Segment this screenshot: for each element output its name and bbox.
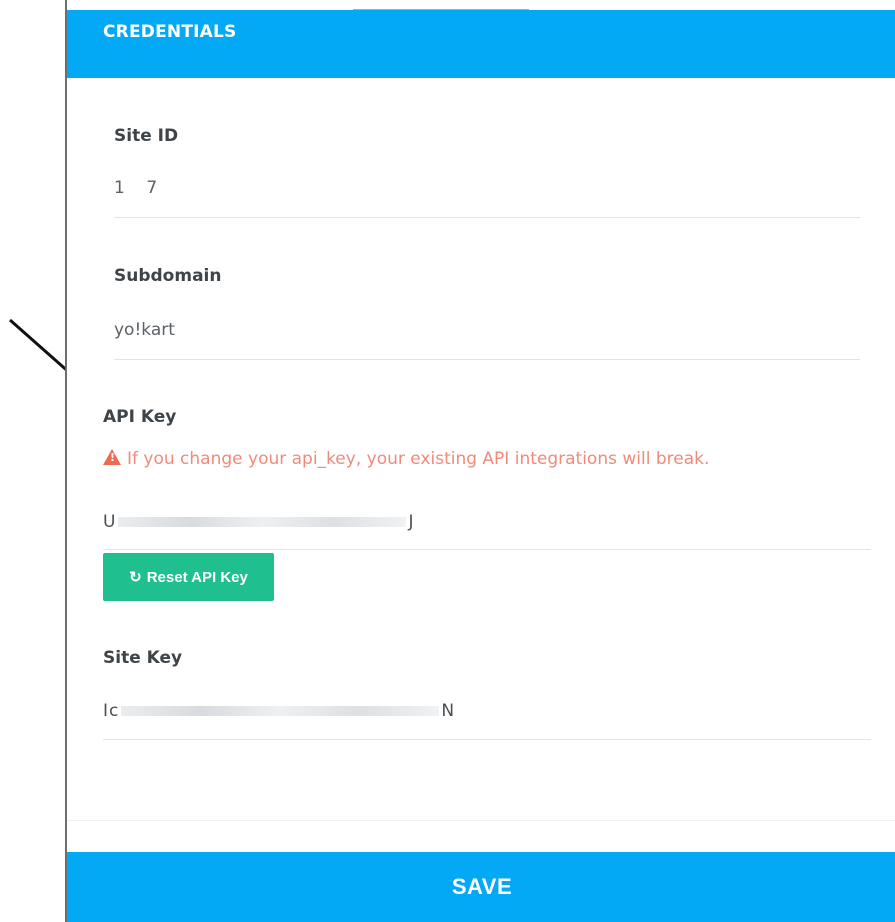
credentials-panel: CREDENTIALS Site ID 1 7 Subdomain yo!kar… — [65, 0, 895, 922]
site-key-value-prefix: Ic — [103, 701, 120, 721]
api-key-value-suffix: J — [408, 512, 415, 532]
subdomain-underline — [114, 359, 860, 360]
subdomain-label: Subdomain — [114, 266, 222, 286]
credentials-title: CREDENTIALS — [103, 22, 237, 42]
api-key-warning: If you change your api_key, your existin… — [103, 448, 709, 469]
site-key-redaction — [121, 706, 440, 716]
reset-api-key-label: Reset API Key — [146, 568, 248, 586]
refresh-icon: ↻ — [129, 569, 142, 586]
api-key-label: API Key — [103, 407, 177, 427]
footer-divider — [67, 820, 895, 821]
api-key-value[interactable]: UJ — [103, 512, 414, 532]
subdomain-value[interactable]: yo!kart — [114, 320, 175, 340]
api-key-value-prefix: U — [103, 512, 117, 532]
site-id-value[interactable]: 1 7 — [114, 178, 157, 198]
api-key-underline — [103, 549, 871, 550]
site-key-value[interactable]: Ic N — [103, 701, 455, 721]
api-key-warning-text: If you change your api_key, your existin… — [127, 449, 710, 469]
api-key-redaction — [118, 517, 407, 527]
reset-api-key-button[interactable]: ↻ Reset API Key — [103, 553, 274, 601]
screenshot-stage: CREDENTIALS Site ID 1 7 Subdomain yo!kar… — [0, 0, 895, 922]
site-id-label: Site ID — [114, 126, 179, 146]
warning-triangle-icon — [103, 449, 121, 465]
site-key-value-suffix: N — [441, 701, 456, 721]
save-button[interactable]: SAVE — [67, 852, 895, 922]
site-key-underline — [103, 739, 871, 740]
site-key-label: Site Key — [103, 648, 183, 668]
credentials-header: CREDENTIALS — [67, 10, 895, 78]
site-id-underline — [114, 217, 860, 218]
